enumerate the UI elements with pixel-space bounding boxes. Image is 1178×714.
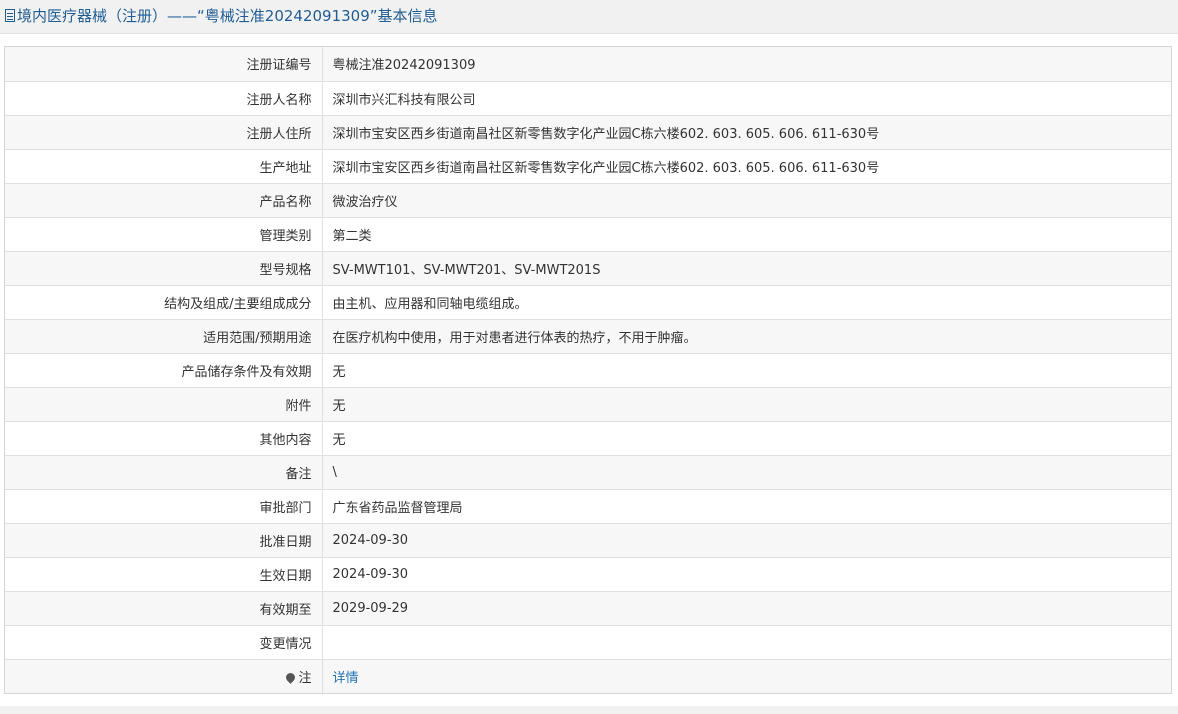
row-label: 产品储存条件及有效期 xyxy=(5,353,323,388)
table-row: 注册证编号 粤械注准20242091309 xyxy=(5,47,1171,82)
table-row: 产品储存条件及有效期 无 xyxy=(5,353,1171,388)
row-value: \ xyxy=(322,455,1171,490)
document-icon xyxy=(5,9,15,22)
table-row: 管理类别 第二类 xyxy=(5,217,1171,252)
table-row: 型号规格 SV-MWT101、SV-MWT201、SV-MWT201S xyxy=(5,251,1171,286)
info-table-container: 注册证编号 粤械注准20242091309 注册人名称 深圳市兴汇科技有限公司 … xyxy=(4,46,1172,694)
row-value: 无 xyxy=(322,387,1171,422)
note-value: 详情 xyxy=(322,659,1171,693)
info-table: 注册证编号 粤械注准20242091309 注册人名称 深圳市兴汇科技有限公司 … xyxy=(5,47,1171,693)
row-label: 其他内容 xyxy=(5,421,323,456)
row-label: 适用范围/预期用途 xyxy=(5,319,323,354)
table-row: 生效日期 2024-09-30 xyxy=(5,557,1171,592)
row-value: 无 xyxy=(322,421,1171,456)
table-row: 审批部门 广东省药品监督管理局 xyxy=(5,489,1171,524)
table-row: 批准日期 2024-09-30 xyxy=(5,523,1171,558)
row-value: 无 xyxy=(322,353,1171,388)
row-value: 广东省药品监督管理局 xyxy=(322,489,1171,524)
row-value: 粤械注准20242091309 xyxy=(322,47,1171,82)
row-value: 2024-09-30 xyxy=(322,523,1171,558)
table-row: 有效期至 2029-09-29 xyxy=(5,591,1171,626)
row-label: 注册人住所 xyxy=(5,115,323,150)
table-row: 变更情况 xyxy=(5,625,1171,660)
row-label: 结构及组成/主要组成成分 xyxy=(5,285,323,320)
row-label: 注册人名称 xyxy=(5,81,323,116)
row-value: 微波治疗仪 xyxy=(322,183,1171,218)
row-value: SV-MWT101、SV-MWT201、SV-MWT201S xyxy=(322,251,1171,286)
note-label: 注 xyxy=(5,659,323,693)
row-label: 审批部门 xyxy=(5,489,323,524)
details-link[interactable]: 详情 xyxy=(333,671,359,686)
table-row: 适用范围/预期用途 在医疗机构中使用，用于对患者进行体表的热疗，不用于肿瘤。 xyxy=(5,319,1171,354)
row-label: 备注 xyxy=(5,455,323,490)
row-label: 附件 xyxy=(5,387,323,422)
table-row: 其他内容 无 xyxy=(5,421,1171,456)
row-value xyxy=(322,625,1171,660)
row-label: 生效日期 xyxy=(5,557,323,592)
row-value: 深圳市宝安区西乡街道南昌社区新零售数字化产业园C栋六楼602. 603. 605… xyxy=(322,149,1171,184)
row-value: 由主机、应用器和同轴电缆组成。 xyxy=(322,285,1171,320)
note-row: 注 详情 xyxy=(5,659,1171,693)
row-value: 在医疗机构中使用，用于对患者进行体表的热疗，不用于肿瘤。 xyxy=(322,319,1171,354)
row-value: 深圳市兴汇科技有限公司 xyxy=(322,81,1171,116)
table-row: 注册人住所 深圳市宝安区西乡街道南昌社区新零售数字化产业园C栋六楼602. 60… xyxy=(5,115,1171,150)
map-pin-icon xyxy=(284,670,298,684)
table-row: 备注 \ xyxy=(5,455,1171,490)
page-title: 境内医疗器械（注册）——“粤械注准20242091309”基本信息 xyxy=(5,6,438,26)
table-row: 附件 无 xyxy=(5,387,1171,422)
page-title-text: 境内医疗器械（注册）——“粤械注准20242091309”基本信息 xyxy=(17,7,438,25)
row-label: 注册证编号 xyxy=(5,47,323,82)
table-row: 产品名称 微波治疗仪 xyxy=(5,183,1171,218)
row-label: 管理类别 xyxy=(5,217,323,252)
row-value: 第二类 xyxy=(322,217,1171,252)
page-footer-bar xyxy=(0,706,1178,714)
row-label: 批准日期 xyxy=(5,523,323,558)
table-row: 结构及组成/主要组成成分 由主机、应用器和同轴电缆组成。 xyxy=(5,285,1171,320)
row-label: 生产地址 xyxy=(5,149,323,184)
table-row: 注册人名称 深圳市兴汇科技有限公司 xyxy=(5,81,1171,116)
table-row: 生产地址 深圳市宝安区西乡街道南昌社区新零售数字化产业园C栋六楼602. 603… xyxy=(5,149,1171,184)
row-label: 变更情况 xyxy=(5,625,323,660)
page-header: 境内医疗器械（注册）——“粤械注准20242091309”基本信息 xyxy=(0,0,1178,34)
row-label: 产品名称 xyxy=(5,183,323,218)
row-value: 2029-09-29 xyxy=(322,591,1171,626)
row-label: 型号规格 xyxy=(5,251,323,286)
row-value: 深圳市宝安区西乡街道南昌社区新零售数字化产业园C栋六楼602. 603. 605… xyxy=(322,115,1171,150)
row-label: 有效期至 xyxy=(5,591,323,626)
row-value: 2024-09-30 xyxy=(322,557,1171,592)
note-label-text: 注 xyxy=(298,670,312,686)
